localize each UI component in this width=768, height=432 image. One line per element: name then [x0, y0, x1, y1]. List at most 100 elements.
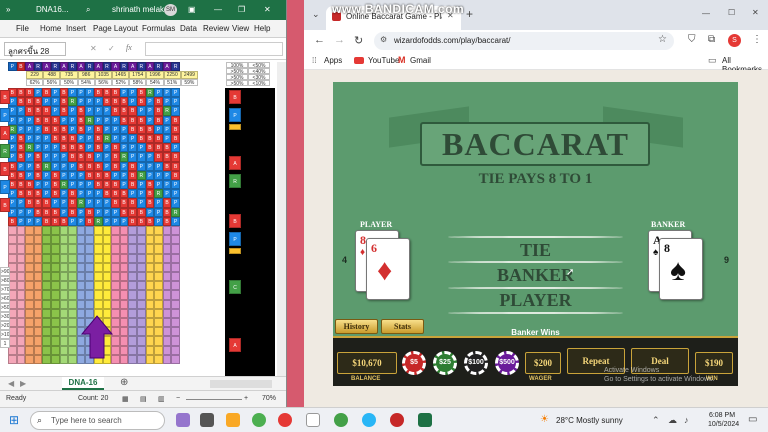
result-cell[interactable]: B — [111, 152, 120, 162]
result-cell[interactable]: P — [59, 152, 69, 162]
result-cell[interactable]: P — [171, 216, 180, 226]
grid-cell[interactable] — [102, 262, 112, 272]
grid-cell[interactable] — [94, 272, 103, 282]
grid-cell[interactable] — [68, 281, 77, 291]
result-cell[interactable]: B — [33, 161, 43, 171]
result-cell[interactable]: B — [59, 97, 69, 107]
result-cell[interactable]: P — [94, 198, 103, 208]
result-cell[interactable]: P — [42, 152, 51, 162]
grid-cell[interactable] — [76, 262, 86, 272]
search-icon[interactable]: ⌕ — [86, 5, 90, 15]
result-cell[interactable]: B — [137, 216, 146, 226]
result-cell[interactable]: R — [119, 152, 129, 162]
row-label[interactable]: >60 — [0, 294, 10, 303]
grid-cell[interactable] — [16, 308, 26, 318]
result-cell[interactable]: B — [68, 134, 77, 144]
grid-cell[interactable] — [162, 308, 172, 318]
grid-cell[interactable] — [25, 253, 34, 263]
percent-label[interactable]: >50% — [226, 80, 248, 86]
result-cell[interactable]: P — [154, 216, 163, 226]
grid-cell[interactable] — [51, 262, 60, 272]
grid-cell[interactable] — [76, 272, 86, 282]
grid-cell[interactable] — [171, 226, 180, 236]
result-cell[interactable]: B — [85, 207, 94, 217]
grid-cell[interactable] — [59, 244, 69, 254]
chip-25[interactable]: $25 — [433, 351, 457, 375]
page-layout-icon[interactable]: ▤ — [140, 395, 147, 403]
result-cell[interactable]: P — [25, 170, 34, 180]
grid-cell[interactable] — [68, 262, 77, 272]
volume-icon[interactable]: ♪ — [684, 415, 689, 425]
result-cell[interactable]: B — [128, 115, 137, 125]
result-cell[interactable]: P — [25, 115, 34, 125]
grid-cell[interactable] — [154, 290, 163, 300]
result-cell[interactable]: B — [171, 124, 180, 134]
result-cell[interactable]: B — [16, 189, 26, 199]
result-cell[interactable]: R — [76, 198, 86, 208]
grid-cell[interactable] — [25, 235, 34, 245]
grid-cell[interactable] — [128, 226, 137, 236]
result-cell[interactable]: B — [51, 189, 60, 199]
result-cell[interactable]: B — [162, 216, 172, 226]
notification-icon[interactable]: ▭ — [748, 414, 757, 425]
header-cell[interactable]: A — [25, 62, 34, 72]
sheet-tab[interactable]: DNA-16 — [62, 377, 104, 390]
result-cell[interactable]: B — [16, 134, 26, 144]
grid-cell[interactable] — [33, 253, 43, 263]
result-cell[interactable]: B — [59, 216, 69, 226]
clock[interactable]: 6:08 PM 10/5/2024 — [708, 411, 739, 429]
grid-cell[interactable] — [42, 281, 51, 291]
result-cell[interactable]: B — [33, 106, 43, 116]
grid-cell[interactable] — [51, 226, 60, 236]
result-cell[interactable]: B — [94, 161, 103, 171]
grid-cell[interactable] — [171, 290, 180, 300]
grid-cell[interactable] — [145, 308, 155, 318]
result-cell[interactable]: P — [145, 97, 155, 107]
result-cell[interactable]: R — [94, 216, 103, 226]
result-cell[interactable]: B — [59, 124, 69, 134]
grid-cell[interactable] — [128, 281, 137, 291]
grid-cell[interactable] — [51, 327, 60, 337]
result-cell[interactable]: B — [76, 124, 86, 134]
grid-cell[interactable] — [68, 235, 77, 245]
grid-cell[interactable] — [42, 226, 51, 236]
result-cell[interactable]: P — [85, 180, 94, 190]
result-cell[interactable]: P — [85, 124, 94, 134]
enter-icon[interactable]: ✓ — [108, 44, 115, 53]
grid-cell[interactable] — [68, 272, 77, 282]
count-cell[interactable]: 229 — [26, 71, 44, 79]
grid-cell[interactable] — [162, 281, 172, 291]
grid-cell[interactable] — [68, 345, 77, 355]
grid-cell[interactable] — [25, 336, 34, 346]
header-cell[interactable]: A — [94, 62, 103, 72]
result-cell[interactable]: P — [33, 124, 43, 134]
result-cell[interactable]: B — [59, 134, 69, 144]
grid-cell[interactable] — [119, 290, 129, 300]
result-cell[interactable]: B — [145, 143, 155, 153]
grid-cell[interactable] — [137, 345, 146, 355]
result-cell[interactable]: B — [119, 207, 129, 217]
result-cell[interactable]: P — [59, 189, 69, 199]
grid-cell[interactable] — [51, 290, 60, 300]
grid-cell[interactable] — [16, 318, 26, 328]
grid-cell[interactable] — [128, 308, 137, 318]
percent-cell[interactable]: 52% — [112, 78, 130, 86]
maximize-icon[interactable]: ☐ — [728, 8, 735, 17]
percent-cell[interactable]: 56% — [43, 78, 61, 86]
result-cell[interactable]: P — [94, 115, 103, 125]
result-cell[interactable]: B — [162, 198, 172, 208]
tracker-tag[interactable]: R — [229, 174, 241, 188]
result-cell[interactable]: B — [137, 207, 146, 217]
grid-cell[interactable] — [16, 290, 26, 300]
grid-cell[interactable] — [94, 244, 103, 254]
result-cell[interactable]: B — [154, 143, 163, 153]
result-cell[interactable]: P — [76, 170, 86, 180]
header-cell[interactable]: R — [68, 62, 77, 72]
result-cell[interactable]: P — [16, 115, 26, 125]
result-cell[interactable]: B — [145, 198, 155, 208]
grid-cell[interactable] — [51, 308, 60, 318]
grid-cell[interactable] — [42, 262, 51, 272]
grid-cell[interactable] — [119, 244, 129, 254]
result-cell[interactable]: P — [33, 143, 43, 153]
grid-cell[interactable] — [119, 299, 129, 309]
